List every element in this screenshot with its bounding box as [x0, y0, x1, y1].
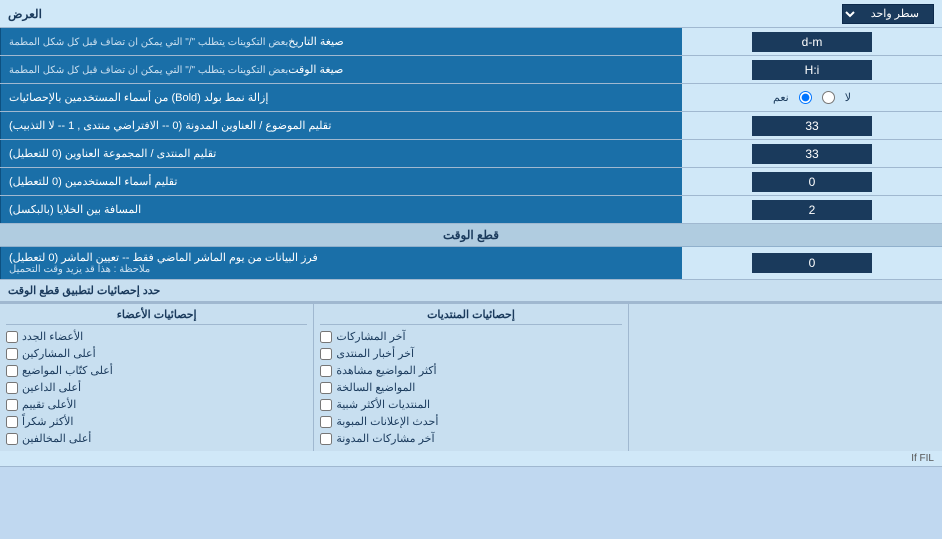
checkbox-top-authors: أعلى كتّاب المواضيع: [6, 362, 307, 379]
time-format-row: صيغة الوقت بعض التكوينات يتطلب "/" التي …: [0, 56, 942, 84]
forum-group-label: تقليم المنتدى / المجموعة العناوين (0 للت…: [0, 140, 682, 167]
bold-remove-yes-radio[interactable]: [799, 91, 812, 104]
date-format-input[interactable]: [752, 32, 872, 52]
checkbox-top-authors-input[interactable]: [6, 365, 18, 377]
cell-distance-label: المسافة بين الخلايا (بالبكسل): [0, 196, 682, 223]
cutoff-filter-input[interactable]: [752, 253, 872, 273]
bold-remove-no-radio[interactable]: [822, 91, 835, 104]
checkbox-last-shares-input[interactable]: [320, 331, 332, 343]
main-container: سطر واحدسطرانثلاثة أسطر العرض صيغة التار…: [0, 0, 942, 467]
cell-distance-row: المسافة بين الخلايا (بالبكسل): [0, 196, 942, 224]
users-names-input[interactable]: [752, 172, 872, 192]
users-names-label: تقليم أسماء المستخدمين (0 للتعطيل): [0, 168, 682, 195]
date-format-row: صيغة التاريخ بعض التكوينات يتطلب "/" الت…: [0, 28, 942, 56]
forum-topic-label: تقليم الموضوع / العناوين المدونة (0 -- ا…: [0, 112, 682, 139]
checkbox-most-similar: المنتديات الأكثر شبية: [320, 396, 621, 413]
dropdown-container[interactable]: سطر واحدسطرانثلاثة أسطر: [842, 4, 934, 24]
checkbox-last-forum-news: آخر أخبار المنتدى: [320, 345, 621, 362]
forum-group-input-container: [682, 140, 942, 167]
checkbox-most-thanked-input[interactable]: [6, 416, 18, 428]
checkbox-top-visitors: أعلى المخالفين: [6, 430, 307, 447]
checkbox-col-empty: [628, 304, 942, 451]
checkboxes-section: إحصائيات المنتديات آخر المشاركات آخر أخب…: [0, 302, 942, 451]
bottom-note: If FIL: [0, 451, 942, 467]
checkbox-top-posters-input[interactable]: [6, 348, 18, 360]
bold-remove-row: لا نعم إزالة نمط بولد (Bold) من أسماء ال…: [0, 84, 942, 112]
forum-group-row: تقليم المنتدى / المجموعة العناوين (0 للت…: [0, 140, 942, 168]
time-format-label: صيغة الوقت بعض التكوينات يتطلب "/" التي …: [0, 56, 682, 83]
checkbox-old-topics: المواضيع السالخة: [320, 379, 621, 396]
checkbox-col-forums: إحصائيات المنتديات آخر المشاركات آخر أخب…: [313, 304, 627, 451]
checkbox-col-members: إحصائيات الأعضاء الأعضاء الجدد أعلى المش…: [0, 304, 313, 451]
checkbox-top-callers-input[interactable]: [6, 382, 18, 394]
forum-stats-header: إحصائيات المنتديات: [320, 308, 621, 325]
bold-remove-radio-container: لا نعم: [682, 84, 942, 111]
checkbox-recent-ads: أحدث الإعلانات المبوبة: [320, 413, 621, 430]
limit-label-row: حدد إحصائيات لتطبيق قطع الوقت: [0, 280, 942, 302]
date-format-input-container: [682, 28, 942, 55]
cutoff-section-header: قطع الوقت: [0, 224, 942, 247]
forum-topic-row: تقليم الموضوع / العناوين المدونة (0 -- ا…: [0, 112, 942, 140]
radio-no-label: لا: [845, 91, 851, 104]
checkbox-most-viewed: أكثر المواضيع مشاهدة: [320, 362, 621, 379]
forum-group-input[interactable]: [752, 144, 872, 164]
forum-topic-input-container: [682, 112, 942, 139]
checkbox-top-visitors-input[interactable]: [6, 433, 18, 445]
checkbox-top-callers: أعلى الداعين: [6, 379, 307, 396]
date-format-label: صيغة التاريخ بعض التكوينات يتطلب "/" الت…: [0, 28, 682, 55]
checkbox-new-members: الأعضاء الجدد: [6, 328, 307, 345]
cell-distance-input-container: [682, 196, 942, 223]
cutoff-filter-input-container: [682, 247, 942, 279]
checkbox-new-members-input[interactable]: [6, 331, 18, 343]
limit-label: حدد إحصائيات لتطبيق قطع الوقت: [8, 284, 160, 297]
checkbox-most-thanked: الأكثر شكراً: [6, 413, 307, 430]
member-stats-header: إحصائيات الأعضاء: [6, 308, 307, 325]
checkbox-last-noted-input[interactable]: [320, 433, 332, 445]
bold-remove-label: إزالة نمط بولد (Bold) من أسماء المستخدمي…: [0, 84, 682, 111]
users-names-input-container: [682, 168, 942, 195]
checkbox-old-topics-input[interactable]: [320, 382, 332, 394]
checkbox-top-raters-input[interactable]: [6, 399, 18, 411]
checkbox-most-viewed-input[interactable]: [320, 365, 332, 377]
cutoff-filter-row: فرز البيانات من يوم الماشر الماضي فقط --…: [0, 247, 942, 280]
time-format-input-container: [682, 56, 942, 83]
radio-yes-label: نعم: [773, 91, 789, 104]
checkbox-most-similar-input[interactable]: [320, 399, 332, 411]
users-names-row: تقليم أسماء المستخدمين (0 للتعطيل): [0, 168, 942, 196]
display-dropdown[interactable]: سطر واحدسطرانثلاثة أسطر: [842, 4, 934, 24]
forum-topic-input[interactable]: [752, 116, 872, 136]
checkbox-top-posters: أعلى المشاركين: [6, 345, 307, 362]
time-format-input[interactable]: [752, 60, 872, 80]
checkbox-last-forum-news-input[interactable]: [320, 348, 332, 360]
top-row: سطر واحدسطرانثلاثة أسطر العرض: [0, 0, 942, 28]
checkbox-last-shares: آخر المشاركات: [320, 328, 621, 345]
checkboxes-grid: إحصائيات المنتديات آخر المشاركات آخر أخب…: [0, 304, 942, 451]
display-label: العرض: [8, 7, 42, 21]
cell-distance-input[interactable]: [752, 200, 872, 220]
checkbox-last-noted: آخر مشاركات المدونة: [320, 430, 621, 447]
cutoff-filter-label: فرز البيانات من يوم الماشر الماضي فقط --…: [0, 247, 682, 279]
checkbox-top-raters: الأعلى تقييم: [6, 396, 307, 413]
checkbox-recent-ads-input[interactable]: [320, 416, 332, 428]
